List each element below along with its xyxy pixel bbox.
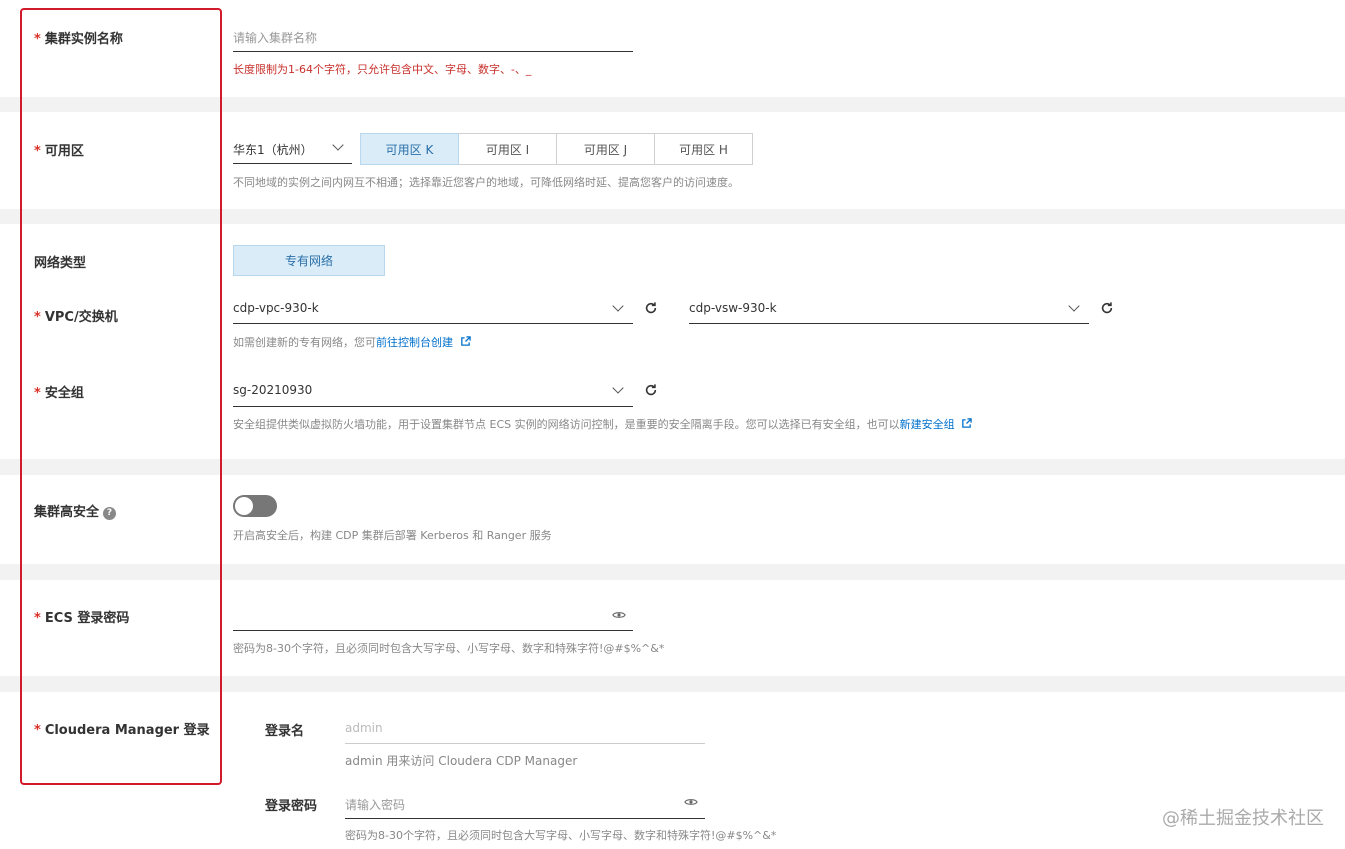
chevron-down-icon[interactable] (332, 139, 344, 151)
network-type-label: 网络类型 (34, 256, 87, 271)
security-group-help: 安全组提供类似虚拟防火墙功能，用于设置集群节点 ECS 实例的网络访问控制，是重… (233, 416, 972, 432)
network-section: 网络类型 * VPC/交换机 cdp-vpc-930-k cdp-vsw-930-… (0, 224, 1345, 459)
high-security-section: 集群高安全? 开启高安全后，构建 CDP 集群后部署 Kerberos 和 Ra… (0, 475, 1345, 564)
required-mark: * (34, 386, 41, 401)
cm-username-label: 登录名 (265, 724, 305, 739)
question-icon[interactable]: ? (103, 506, 117, 520)
cm-password-underline (345, 818, 705, 819)
cm-login-section: * Cloudera Manager 登录 登录名 admin admin 用来访… (0, 692, 1345, 849)
high-security-label: 集群高安全? (34, 501, 117, 520)
chevron-down-icon[interactable] (612, 300, 624, 312)
refresh-icon[interactable] (644, 383, 658, 397)
create-security-group-link[interactable]: 新建安全组 (900, 418, 955, 431)
cluster-name-section: * 集群实例名称 请输入集群名称 长度限制为1-64个字符，只允许包含中文、字母、… (0, 0, 1345, 97)
zone-label: * 可用区 (34, 144, 84, 159)
cm-username-help: admin 用来访问 Cloudera CDP Manager (345, 754, 578, 768)
refresh-icon[interactable] (644, 301, 658, 315)
vpc-select[interactable]: cdp-vpc-930-k (233, 301, 319, 315)
cluster-name-label: * 集群实例名称 (34, 32, 123, 47)
chevron-down-icon[interactable] (612, 382, 624, 394)
vsw-underline (689, 323, 1089, 324)
ecs-password-input[interactable] (233, 602, 603, 628)
ecs-password-section: * ECS 登录密码 密码为8-30个字符，且必须同时包含大写字母、小写字母、数字… (0, 580, 1345, 676)
external-link-icon[interactable] (460, 336, 471, 347)
cm-login-label: * Cloudera Manager 登录 (34, 723, 210, 738)
zone-option-h[interactable]: 可用区 H (654, 133, 753, 165)
cm-username-input[interactable]: admin (345, 721, 705, 743)
security-group-select[interactable]: sg-20210930 (233, 383, 312, 397)
vpc-help: 如需创建新的专有网络，您可前往控制台创建 (233, 334, 471, 350)
cm-password-label: 登录密码 (265, 799, 318, 814)
chevron-down-icon[interactable] (1068, 300, 1080, 312)
zone-option-j[interactable]: 可用区 J (556, 133, 655, 165)
refresh-icon[interactable] (1100, 301, 1114, 315)
cm-username-underline (345, 743, 705, 744)
eye-icon[interactable] (612, 610, 626, 620)
zone-help: 不同地域的实例之间内网互不相通；选择靠近您客户的地域，可降低网络时延、提高您客户… (233, 176, 739, 189)
security-group-underline (233, 406, 633, 407)
toggle-knob (235, 497, 253, 515)
external-link-icon[interactable] (961, 418, 972, 429)
vpc-label: * VPC/交换机 (34, 310, 118, 325)
cluster-name-input[interactable]: 请输入集群名称 (233, 29, 633, 51)
eye-icon[interactable] (684, 797, 698, 807)
required-mark: * (34, 144, 41, 159)
region-select[interactable]: 华东1（杭州） (233, 141, 313, 158)
region-underline (233, 163, 352, 164)
cluster-name-error: 长度限制为1-64个字符，只允许包含中文、字母、数字、-、_ (233, 63, 532, 76)
zone-option-k[interactable]: 可用区 K (360, 133, 459, 165)
cluster-name-underline (233, 51, 633, 52)
required-mark: * (34, 32, 41, 47)
zone-options: 可用区 K 可用区 I 可用区 J 可用区 H (360, 133, 753, 165)
zone-option-i[interactable]: 可用区 I (458, 133, 557, 165)
high-security-toggle[interactable] (233, 495, 277, 517)
vsw-select[interactable]: cdp-vsw-930-k (689, 301, 777, 315)
watermark: @稀土掘金技术社区 (1162, 808, 1324, 829)
high-security-help: 开启高安全后，构建 CDP 集群后部署 Kerberos 和 Ranger 服务 (233, 529, 552, 542)
required-mark: * (34, 310, 41, 325)
required-mark: * (34, 611, 41, 626)
create-vpc-link[interactable]: 前往控制台创建 (376, 336, 453, 349)
required-mark: * (34, 723, 41, 738)
security-group-label: * 安全组 (34, 386, 84, 401)
network-type-vpc-button[interactable]: 专有网络 (233, 245, 385, 276)
ecs-password-underline (233, 630, 633, 631)
vpc-underline (233, 323, 633, 324)
ecs-password-label: * ECS 登录密码 (34, 611, 130, 626)
cm-password-help: 密码为8-30个字符，且必须同时包含大写字母、小写字母、数字和特殊字符!@#$%… (345, 829, 777, 842)
cm-password-input[interactable]: 请输入密码 (345, 796, 675, 818)
ecs-password-help: 密码为8-30个字符，且必须同时包含大写字母、小写字母、数字和特殊字符!@#$%… (233, 642, 665, 655)
